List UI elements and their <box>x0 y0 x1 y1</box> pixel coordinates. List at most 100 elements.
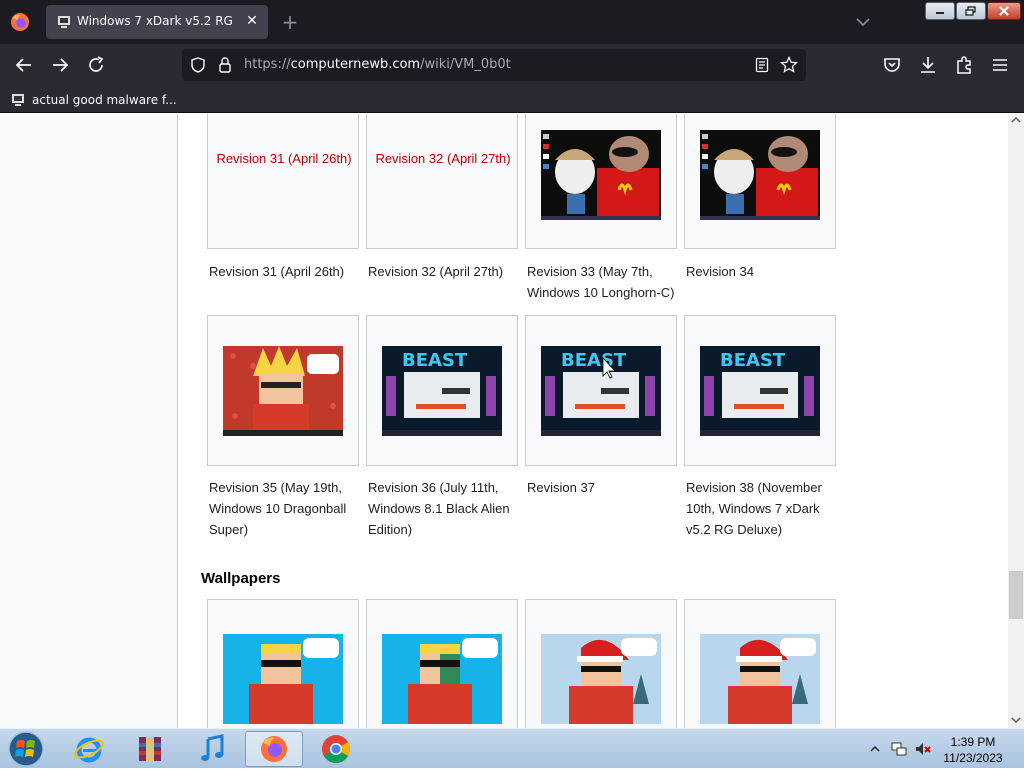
caption-line: Revision 35 (May 19th, <box>209 480 342 495</box>
list-all-tabs-icon[interactable] <box>852 12 874 32</box>
computernewb-favicon-icon <box>58 16 70 28</box>
caption-line: Revision 38 (November <box>686 480 822 495</box>
reader-view-icon[interactable] <box>754 57 770 73</box>
bookmark-label: actual good malware f... <box>32 93 177 107</box>
caption-revision-32: Revision 32 (April 27th) <box>368 264 504 279</box>
caption-revision-34: Revision 34 <box>686 264 754 279</box>
redlink-revision-32[interactable]: Revision 32 (April 27th) <box>367 151 519 166</box>
gallery-item-revision-34 <box>684 114 836 249</box>
tab-strip: Windows 7 xDark v5.2 RG Deluxe ✕ + <box>0 0 1024 44</box>
caption-line: Windows 10 Longhorn-C) <box>527 285 675 300</box>
taskbar-itunes[interactable] <box>183 731 241 767</box>
minimize-button[interactable] <box>925 2 955 20</box>
caption-revision-37: Revision 37 <box>527 480 595 495</box>
page-scrollbar[interactable] <box>1008 114 1024 728</box>
redlink-revision-31[interactable]: Revision 31 (April 26th) <box>208 151 360 166</box>
network-icon[interactable] <box>890 740 908 758</box>
tab-active[interactable]: Windows 7 xDark v5.2 RG Deluxe ✕ <box>46 5 268 39</box>
gallery-item-revision-37: BEAST <box>525 315 677 466</box>
scrollbar-thumb[interactable] <box>1009 571 1023 619</box>
show-hidden-icons-icon[interactable] <box>870 745 880 753</box>
svg-text:BEAST: BEAST <box>402 350 468 371</box>
caption-revision-35: Revision 35 (May 19th, Windows 10 Dragon… <box>209 477 361 540</box>
caption-line: Super) <box>209 522 249 537</box>
close-window-button[interactable] <box>987 2 1021 20</box>
scroll-up-icon[interactable] <box>1011 116 1021 124</box>
clock-time[interactable]: 1:39 PM <box>933 735 1013 749</box>
caption-revision-36: Revision 36 (July 11th, Windows 8.1 Blac… <box>368 477 524 540</box>
back-icon[interactable] <box>13 54 35 76</box>
page-viewport: Revision 31 (April 26th) Revision 32 (Ap… <box>0 114 1008 728</box>
thumbnail-revision-35[interactable] <box>223 346 343 436</box>
gallery-item-revision-38: BEAST <box>684 315 836 466</box>
taskbar: 1:39 PM 11/23/2023 <box>0 728 1024 768</box>
caption-line: Edition) <box>368 522 413 537</box>
tab-title: Windows 7 xDark v5.2 RG Deluxe <box>77 14 237 28</box>
thumbnail-revision-37[interactable]: BEAST <box>541 346 661 436</box>
internet-explorer-icon <box>74 737 104 763</box>
taskbar-internet-explorer[interactable] <box>60 731 118 767</box>
caption-line: Windows 8.1 Black Alien <box>368 501 510 516</box>
gallery-item-wallpaper-4 <box>684 599 836 728</box>
thumbnail-wallpaper-1[interactable] <box>223 634 343 724</box>
url-host: computernewb.com <box>290 57 421 72</box>
close-icon <box>999 6 1009 16</box>
computernewb-favicon-icon <box>12 94 24 106</box>
clock-date[interactable]: 11/23/2023 <box>933 751 1013 765</box>
thumbnail-revision-36[interactable]: BEAST <box>382 346 502 436</box>
url-bar[interactable]: https://computernewb.com/wiki/VM_0b0t <box>182 49 806 81</box>
new-tab-icon[interactable]: + <box>280 12 300 32</box>
thumbnail-revision-34[interactable] <box>700 130 820 220</box>
bookmark-item[interactable]: actual good malware f... <box>10 90 177 110</box>
bookmark-star-icon[interactable] <box>780 56 798 74</box>
thumbnail-wallpaper-3[interactable] <box>541 634 661 724</box>
reload-icon[interactable] <box>85 54 107 76</box>
caption-revision-31: Revision 31 (April 26th) <box>209 264 345 279</box>
restore-icon <box>965 6 976 16</box>
winrar-icon <box>139 737 161 761</box>
gallery-item-revision-33 <box>525 114 677 249</box>
volume-muted-icon[interactable] <box>914 740 932 758</box>
thumbnail-wallpaper-2[interactable] <box>382 634 502 724</box>
extensions-icon[interactable] <box>953 54 975 76</box>
svg-text:BEAST: BEAST <box>720 350 786 371</box>
thumbnail-revision-33[interactable] <box>541 130 661 220</box>
restore-button[interactable] <box>956 2 986 20</box>
chrome-icon <box>322 735 350 763</box>
gallery-item-revision-35 <box>207 315 359 466</box>
caption-line: Revision 36 (July 11th, <box>368 480 499 495</box>
menu-icon[interactable] <box>989 54 1011 76</box>
downloads-icon[interactable] <box>917 54 939 76</box>
lock-icon[interactable] <box>218 56 232 74</box>
pocket-icon[interactable] <box>881 54 903 76</box>
start-button-icon[interactable] <box>6 730 46 768</box>
gallery-item-revision-31: Revision 31 (April 26th) <box>207 114 359 249</box>
gallery-item-revision-36: BEAST <box>366 315 518 466</box>
music-note-icon <box>201 734 224 761</box>
gallery-item-wallpaper-2 <box>366 599 518 728</box>
taskbar-winrar[interactable] <box>121 731 179 767</box>
caption-revision-33: Revision 33 (May 7th, Windows 10 Longhor… <box>527 261 687 303</box>
url-scheme: https:// <box>244 57 291 72</box>
thumbnail-revision-38[interactable]: BEAST <box>700 346 820 436</box>
caption-revision-38: Revision 38 (November 10th, Windows 7 xD… <box>686 477 838 540</box>
url-path: /wiki/VM_0b0t <box>420 57 511 72</box>
caption-line: Revision 33 (May 7th, <box>527 264 653 279</box>
firefox-icon <box>261 736 287 762</box>
url-text[interactable]: https://computernewb.com/wiki/VM_0b0t <box>244 57 511 73</box>
shield-icon[interactable] <box>190 57 206 73</box>
minimize-icon <box>936 12 944 14</box>
gallery-item-revision-32: Revision 32 (April 27th) <box>366 114 518 249</box>
svg-text:BEAST: BEAST <box>561 350 627 371</box>
thumbnail-wallpaper-4[interactable] <box>700 634 820 724</box>
taskbar-chrome[interactable] <box>307 731 365 767</box>
taskbar-firefox[interactable] <box>245 731 303 767</box>
bookmarks-toolbar: actual good malware f... <box>0 86 1024 113</box>
scroll-down-icon[interactable] <box>1011 716 1021 724</box>
gallery-item-wallpaper-3 <box>525 599 677 728</box>
firefox-icon[interactable] <box>10 12 30 32</box>
close-tab-icon[interactable]: ✕ <box>244 13 260 29</box>
caption-line: 10th, Windows 7 xDark <box>686 501 820 516</box>
caption-line: v5.2 RG Deluxe) <box>686 522 783 537</box>
forward-icon[interactable] <box>49 54 71 76</box>
